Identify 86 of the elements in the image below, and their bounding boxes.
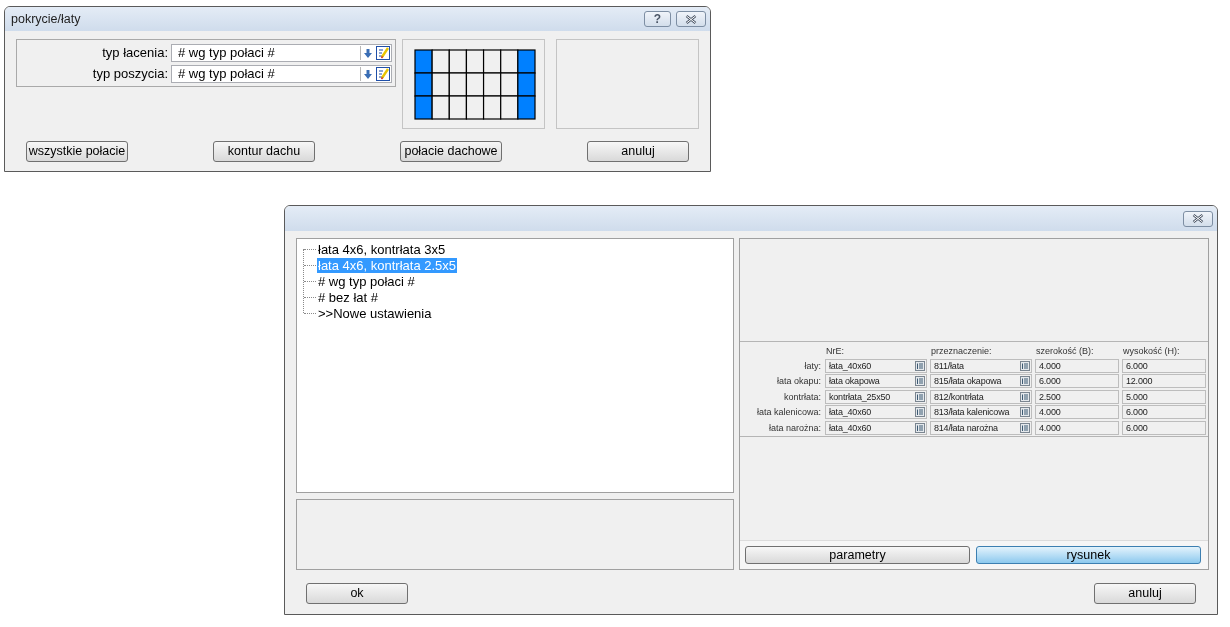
list-icon[interactable] [1020,376,1030,386]
tree-connector [304,312,316,314]
text-field[interactable]: 6.000 [1122,405,1206,419]
view-toggle-button[interactable]: parametry [745,546,970,564]
list-icon[interactable] [915,422,925,433]
grid-cell[interactable] [431,49,451,74]
dialog-button[interactable]: anuluj [587,141,689,162]
grid-cell[interactable] [449,95,468,120]
text-field[interactable]: 815/łata okapowa [930,374,1032,388]
tree-connector [304,280,316,282]
text-field[interactable]: 6.000 [1122,420,1206,435]
close-button[interactable] [676,11,706,27]
text-field[interactable]: łata_40x60 [825,358,927,373]
list-icon[interactable] [915,407,925,417]
text-field[interactable]: 6.000 [1122,358,1206,373]
row-label: łata narożna: [767,421,822,434]
column-header: wysokość (H): [1122,345,1181,357]
down-arrow-icon[interactable] [364,69,372,79]
text-field[interactable]: 6.000 [1035,374,1119,388]
text-field[interactable]: kontrłata_25x50 [825,389,927,404]
grid-cell[interactable] [449,72,468,97]
row-label: łaty: [803,359,822,372]
dialog-button[interactable]: ok [306,583,408,604]
combo-box[interactable]: # wg typ połaci # [171,65,392,83]
view-toggle-button[interactable]: rysunek [976,546,1201,564]
window-title: pokrycie/łaty [11,10,81,28]
down-arrow-icon[interactable] [364,48,372,58]
text-field[interactable]: 4.000 [1035,358,1119,373]
dialog-button[interactable]: połacie dachowe [400,141,502,162]
list-icon[interactable] [915,391,925,402]
help-button[interactable]: ? [644,11,671,27]
list-icon[interactable] [1020,391,1030,402]
text-field[interactable]: 4.000 [1035,405,1119,419]
column-header: przeznaczenie: [930,345,993,357]
list-icon[interactable] [915,376,925,386]
field-label: typ łacenia: [101,44,169,63]
list-icon[interactable] [1020,407,1030,417]
tree-connector [304,264,316,266]
text-field[interactable]: 5.000 [1122,389,1206,404]
grid-cell[interactable] [466,49,485,74]
text-field[interactable]: 811/łata [930,358,1032,373]
grid-cell[interactable] [431,95,451,120]
column-header: NrE: [825,345,845,357]
grid-cell[interactable] [466,95,485,120]
grid-cell[interactable] [517,49,536,74]
tree-item[interactable]: łata 4x6, kontrłata 3x5 [317,241,447,257]
text-field[interactable]: 812/kontrłata [930,389,1032,404]
text-field[interactable]: 2.500 [1035,389,1119,404]
dialog-button[interactable]: kontur dachu [213,141,315,162]
row-label: łata okapu: [775,375,822,387]
text-field[interactable]: łata_40x60 [825,405,927,419]
list-icon[interactable] [1020,422,1030,433]
grid-cell[interactable] [517,95,536,120]
edit-icon[interactable] [376,46,390,60]
column-header: szerokość (B): [1035,345,1095,357]
grid-cell[interactable] [483,49,502,74]
tree-connector [304,296,316,298]
text-field[interactable]: 814/łata narożna [930,420,1032,435]
grid-cell[interactable] [483,72,502,97]
text-field[interactable]: 12.000 [1122,374,1206,388]
tree-connector [304,248,316,250]
list-icon[interactable] [915,360,925,371]
list-icon[interactable] [1020,360,1030,371]
grid-cell[interactable] [449,49,468,74]
field-label: typ poszycia: [91,65,169,84]
grid-cell[interactable] [517,72,536,97]
text-field[interactable]: łata_40x60 [825,420,927,435]
grid-cell[interactable] [466,72,485,97]
close-icon [1192,214,1204,223]
close-icon [685,14,697,24]
row-label: łata kalenicowa: [755,406,822,418]
grid-cell[interactable] [431,72,451,97]
close-button[interactable] [1183,210,1213,227]
row-label: kontrłata: [782,390,822,403]
tree-item[interactable]: # wg typ połaci # [317,273,416,289]
tree-item[interactable]: >>Nowe ustawienia [317,305,433,321]
text-field[interactable]: łata okapowa [825,374,927,388]
text-field[interactable]: 4.000 [1035,420,1119,435]
combo-box[interactable]: # wg typ połaci # [171,44,392,62]
text-field[interactable]: 813/łata kalenicowa [930,405,1032,419]
tree-item[interactable]: # bez łat # [317,289,379,305]
grid-cell[interactable] [483,95,502,120]
dialog-button[interactable]: wszystkie połacie [26,141,128,162]
edit-icon[interactable] [376,67,390,81]
dialog-button[interactable]: anuluj [1094,583,1196,604]
tree-line [303,249,304,313]
